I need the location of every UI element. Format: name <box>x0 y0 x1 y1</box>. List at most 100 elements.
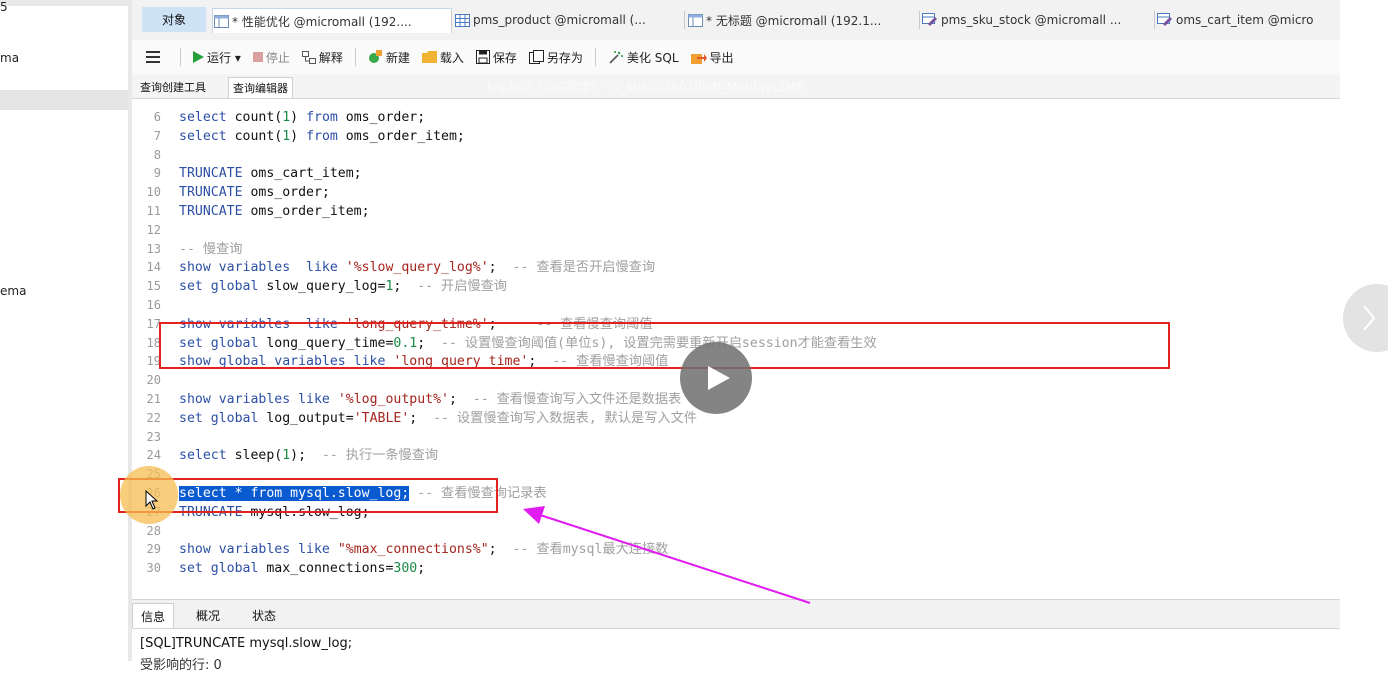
code-text: show variables like '%log_output%'; -- 查… <box>179 390 681 409</box>
tab-query-editor-label: 查询编辑器 <box>233 82 288 95</box>
explain-button[interactable]: 解释 <box>301 49 343 66</box>
code-token: 1 <box>282 110 291 125</box>
video-play-button[interactable] <box>680 342 752 414</box>
tab-overview[interactable]: 概况 <box>188 603 228 627</box>
info-affected-rows: 受影响的行: 0 <box>140 658 222 673</box>
tab-query-builder[interactable]: 查询创建工具 <box>136 77 210 97</box>
code-line[interactable]: 15 set global slow_query_log=1; -- 开启慢查询 <box>132 277 1340 296</box>
line-number: 8 <box>153 147 161 162</box>
explain-icon <box>301 50 316 64</box>
object-tree-panel: 5 ma ema <box>0 0 128 661</box>
tab-untitled[interactable]: * 无标题 @micromall (192.1... <box>687 8 917 32</box>
run-button[interactable]: 运行 ▾ <box>193 49 241 66</box>
line-number: 23 <box>146 429 161 444</box>
run-label: 运行 ▾ <box>207 50 241 65</box>
tab-objects-label: 对象 <box>161 13 186 27</box>
save-button[interactable]: 保存 <box>475 49 517 66</box>
code-line[interactable]: 12 <box>132 221 1340 240</box>
new-button[interactable]: 新建 <box>368 49 410 66</box>
tab-objects[interactable]: 对象 <box>142 7 206 32</box>
line-number: 20 <box>146 373 161 388</box>
line-number: 30 <box>146 561 161 576</box>
export-button[interactable]: 导出 <box>690 49 734 66</box>
tab-label: * 无标题 @micromall (192.1... <box>706 13 882 28</box>
tab-oms-cart-item[interactable]: oms_cart_item @micro <box>1157 8 1340 32</box>
code-token: '%log_output%' <box>337 392 449 407</box>
menu-button[interactable] <box>146 51 160 63</box>
code-line[interactable]: 22 set global log_output='TABLE'; -- 设置慢查… <box>132 409 1340 428</box>
magic-wand-icon <box>609 51 623 64</box>
code-token: TRUNCATE <box>179 185 243 201</box>
tab-separator <box>919 11 920 29</box>
code-token: show variables like <box>179 260 338 276</box>
code-token: count( <box>226 110 283 125</box>
highlight-box-long-query-time <box>159 322 1170 369</box>
code-token: 1 <box>282 128 291 144</box>
code-text: show variables like '%slow_query_log%'; … <box>179 258 655 277</box>
code-text: select sleep(1); -- 执行一条慢查询 <box>179 446 438 465</box>
code-token: ; <box>417 561 426 577</box>
stop-button[interactable]: 停止 <box>252 49 290 66</box>
code-token: from <box>306 110 338 125</box>
tab-query-editor[interactable]: 查询编辑器 <box>228 77 293 98</box>
code-token: ; <box>409 410 434 426</box>
tab-info[interactable]: 信息 <box>132 603 175 628</box>
load-button[interactable]: 载入 <box>421 49 464 66</box>
code-line[interactable]: 8 <box>132 146 1340 165</box>
line-number: 9 <box>153 166 161 181</box>
line-number: 15 <box>146 279 161 294</box>
play-icon <box>708 366 730 390</box>
code-token: set global <box>179 561 259 577</box>
line-number: 7 <box>153 128 161 143</box>
table-design-icon <box>922 13 938 27</box>
table-icon <box>454 13 470 27</box>
export-icon <box>690 54 707 64</box>
tree-item[interactable]: ema <box>0 284 26 298</box>
query-toolbar: 运行 ▾ 停止 解释 新建 载入 保存 另存为 美化 SQL 导出 <box>132 40 1340 74</box>
code-line[interactable]: 14 show variables like '%slow_query_log%'… <box>132 258 1340 277</box>
line-number: 13 <box>146 241 161 256</box>
line-number: 28 <box>146 523 161 538</box>
code-line[interactable]: 10 TRUNCATE oms_order; <box>132 183 1340 202</box>
code-line[interactable]: 13 -- 慢查询 <box>132 240 1340 259</box>
code-token: 'TABLE' <box>353 410 410 426</box>
line-number: 6 <box>153 110 161 124</box>
code-line[interactable]: 7 select count(1) from oms_order_item; <box>132 127 1340 146</box>
code-line[interactable]: 6 select count(1) from oms_order; <box>132 108 1340 127</box>
tab-query-performance[interactable]: * 性能优化 @micromall (192.... <box>212 8 452 33</box>
code-line[interactable]: 23 <box>132 428 1340 447</box>
tab-status[interactable]: 状态 <box>244 603 284 627</box>
tab-pms-product[interactable]: pms_product @micromall (... <box>454 8 682 32</box>
line-number: 12 <box>146 222 161 237</box>
line-number: 17 <box>146 316 161 331</box>
table-design-icon <box>1157 13 1173 27</box>
tab-pms-sku-stock[interactable]: pms_sku_stock @micromall ... <box>922 8 1152 32</box>
beautify-sql-button[interactable]: 美化 SQL <box>608 49 679 66</box>
code-token: -- 开启慢查询 <box>417 279 507 295</box>
code-text: set global log_output='TABLE'; -- 设置慢查询写… <box>179 409 697 428</box>
code-line[interactable]: 24 select sleep(1); -- 执行一条慢查询 <box>132 446 1340 465</box>
code-text: set global max_connections=300; <box>179 559 425 578</box>
code-token: log_output= <box>258 410 354 426</box>
code-text: select count(1) from oms_order_item; <box>179 127 465 146</box>
save-as-button[interactable]: 另存为 <box>528 49 583 66</box>
tree-item-selected[interactable] <box>0 90 128 110</box>
code-line[interactable]: 16 <box>132 296 1340 315</box>
code-token: set global <box>179 279 259 295</box>
watermark-text: log.info（小白同学）- u_6060026020b8f_M00fqVtZ… <box>487 80 805 94</box>
code-line[interactable]: 11 TRUNCATE oms_order_item; <box>132 202 1340 221</box>
tree-item[interactable]: 5 <box>0 0 8 14</box>
tree-item[interactable]: ma <box>0 51 19 65</box>
line-number: 21 <box>146 392 161 406</box>
toolbar-separator <box>354 48 356 66</box>
export-label: 导出 <box>709 50 734 65</box>
code-token: -- 查看是否开启慢查询 <box>512 260 656 276</box>
line-number: 22 <box>146 410 161 425</box>
code-token: show variables like <box>179 392 330 407</box>
code-line[interactable]: 9 TRUNCATE oms_cart_item; <box>132 164 1340 183</box>
line-number: 14 <box>146 260 161 275</box>
info-message: [SQL]TRUNCATE mysql.slow_log; <box>140 636 353 651</box>
code-text: TRUNCATE oms_cart_item; <box>179 164 362 183</box>
load-label: 载入 <box>439 50 464 65</box>
